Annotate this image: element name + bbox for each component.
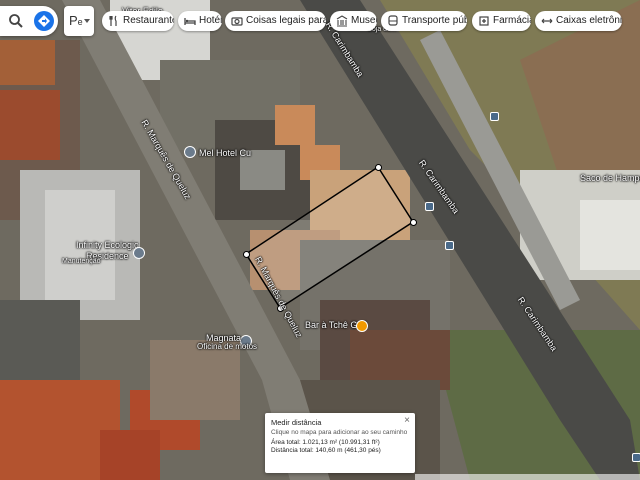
bus-stop-icon[interactable] — [445, 241, 454, 250]
satellite-map[interactable]: R. Marquês de Queluz R. Marquês de Quelu… — [0, 0, 640, 480]
chip-label: Coisas legais para fa... — [246, 15, 326, 26]
chip-label: Museus — [351, 15, 377, 26]
residence-poi-icon[interactable] — [133, 247, 145, 259]
measure-vertex[interactable] — [243, 251, 250, 258]
search-icon[interactable] — [8, 13, 24, 29]
restaurant-icon — [109, 15, 117, 26]
chip-museus[interactable]: Museus — [330, 11, 377, 31]
hotel-poi-icon[interactable] — [184, 146, 196, 158]
chip-label: Hotéis — [199, 15, 222, 26]
poi-saco[interactable]: Saco de Hamper — [580, 173, 640, 183]
measure-area: Área total: 1.021,13 m² (10.991,31 ft²) — [271, 439, 380, 446]
chip-label: Caixas eletrônicos — [556, 15, 622, 26]
poi-mel-hotel[interactable]: Mel Hotel Cu — [199, 148, 251, 158]
search-box[interactable] — [0, 6, 58, 36]
chip-label: Restaurantes — [123, 15, 174, 26]
poi-infinity[interactable]: Infinity Ecologic — [76, 240, 139, 250]
atm-icon — [541, 18, 553, 24]
chip-transporte[interactable]: Transporte público — [381, 11, 467, 31]
museum-icon — [336, 15, 348, 27]
camera-icon — [231, 17, 243, 26]
chip-restaurantes[interactable]: Restaurantes — [102, 11, 174, 31]
mode-dropdown[interactable]: Pe — [64, 6, 94, 36]
bus-stop-icon[interactable] — [632, 453, 640, 462]
measure-vertex[interactable] — [410, 219, 417, 226]
chip-coisas[interactable]: Coisas legais para fa... — [225, 11, 326, 31]
bus-stop-icon[interactable] — [425, 202, 434, 211]
mode-label: P — [69, 13, 78, 28]
chip-label: Transporte público — [402, 15, 467, 26]
chip-hoteis[interactable]: Hotéis — [178, 11, 222, 31]
restaurant-pin-icon[interactable] — [356, 320, 368, 332]
measure-hint: Clique no mapa para adicionar ao seu cam… — [271, 429, 408, 436]
hotel-icon — [184, 18, 196, 25]
chip-farmacias[interactable]: Farmácias — [472, 11, 531, 31]
chip-caixas[interactable]: Caixas eletrônicos — [535, 11, 622, 31]
measure-title: Medir distância — [271, 418, 322, 427]
measure-vertex[interactable] — [375, 164, 382, 171]
bus-stop-icon[interactable] — [490, 112, 499, 121]
poi-infinity-sub2: Manutenção — [62, 258, 101, 265]
chevron-down-icon — [84, 19, 90, 23]
measure-distance: Distância total: 140,60 m (461,30 pés) — [271, 447, 381, 454]
transit-icon — [388, 15, 398, 26]
directions-icon[interactable] — [34, 11, 54, 31]
chip-label: Farmácias — [493, 15, 531, 26]
top-bar: Pe Restaurantes Hotéis Coisas legais par… — [0, 0, 640, 42]
measure-distance-panel: × Medir distância Clique no mapa para ad… — [265, 413, 415, 473]
poi-magnata-sub: Oficina de motos — [197, 342, 258, 351]
attribution-bar — [415, 474, 640, 480]
pharmacy-icon — [479, 16, 489, 26]
close-icon[interactable]: × — [404, 415, 410, 426]
